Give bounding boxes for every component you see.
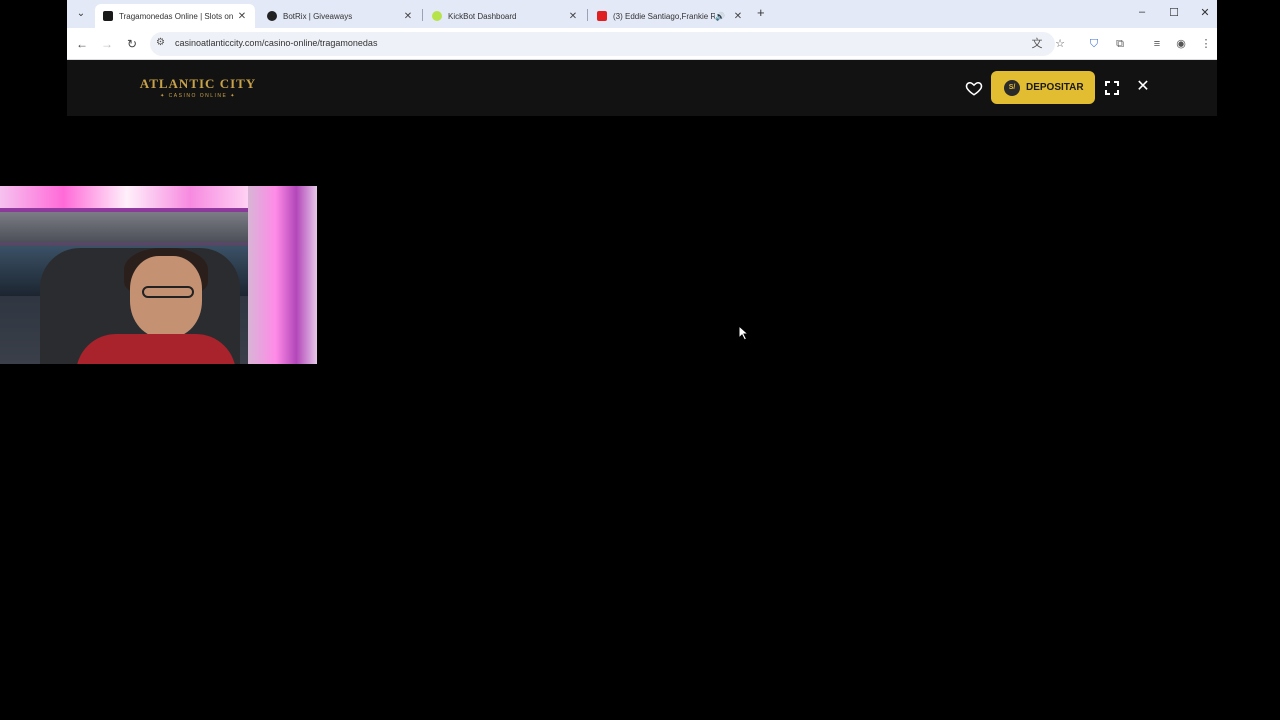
- casino-header: ATLANTIC CITY ✦ CASINO ONLINE ✦ S/ DEPOS…: [67, 60, 1217, 116]
- tab-title: Tragamonedas Online | Slots on: [119, 11, 234, 21]
- logo-subtitle: ✦ CASINO ONLINE ✦: [160, 93, 236, 99]
- webcam-person-glasses: [142, 286, 194, 298]
- close-tab-icon[interactable]: ✕: [401, 11, 415, 22]
- fullscreen-icon[interactable]: [1105, 81, 1119, 95]
- tab-botrix[interactable]: BotRix | Giveaways ✕: [259, 4, 421, 28]
- new-tab-icon[interactable]: +: [757, 6, 765, 20]
- atlantic-city-logo[interactable]: ATLANTIC CITY ✦ CASINO ONLINE ✦: [138, 76, 258, 99]
- tab-strip: ⌄ Tragamonedas Online | Slots on ✕ BotRi…: [67, 0, 1217, 28]
- address-toolbar: ← → ↻ ⚙ casinoatlanticcity.com/casino-on…: [67, 28, 1217, 60]
- youtube-favicon-icon: [597, 11, 607, 21]
- deposit-label: DEPOSITAR: [1026, 82, 1084, 93]
- media-controls-icon[interactable]: ≡: [1150, 37, 1164, 51]
- reload-icon[interactable]: ↻: [124, 36, 140, 52]
- tab-youtube[interactable]: (3) Eddie Santiago,Frankie R 🔊 ✕: [589, 4, 751, 28]
- profile-avatar-icon[interactable]: ◉: [1174, 37, 1188, 51]
- close-window-icon[interactable]: ✕: [1195, 6, 1215, 19]
- favorite-heart-icon[interactable]: [965, 79, 983, 97]
- audio-playing-icon[interactable]: 🔊: [715, 12, 725, 21]
- extensions-puzzle-icon[interactable]: ⧉: [1113, 37, 1127, 51]
- tab-title: (3) Eddie Santiago,Frankie R: [613, 11, 716, 21]
- address-bar[interactable]: ⚙ casinoatlanticcity.com/casino-online/t…: [150, 32, 1055, 56]
- tab-tragamonedas[interactable]: Tragamonedas Online | Slots on ✕: [95, 4, 255, 28]
- translate-icon[interactable]: 文: [1030, 37, 1044, 51]
- url-text[interactable]: casinoatlanticcity.com/casino-online/tra…: [175, 38, 377, 48]
- tab-title: BotRix | Giveaways: [283, 11, 353, 21]
- close-tab-icon[interactable]: ✕: [566, 11, 580, 22]
- menu-kebab-icon[interactable]: ⋮: [1199, 37, 1213, 51]
- close-game-icon[interactable]: ✕: [1134, 78, 1152, 96]
- tab-search-icon[interactable]: ⌄: [73, 6, 89, 22]
- deposit-button[interactable]: S/ DEPOSITAR: [991, 71, 1095, 104]
- kickbot-favicon-icon: [432, 11, 442, 21]
- webcam-overlay: [0, 186, 317, 364]
- tab-title: KickBot Dashboard: [448, 11, 517, 21]
- logo-title: ATLANTIC CITY: [139, 76, 257, 91]
- tab-separator: [587, 9, 588, 21]
- atlantic-favicon-icon: [103, 11, 113, 21]
- minimize-icon[interactable]: –: [1132, 6, 1152, 18]
- tab-separator: [422, 9, 423, 21]
- webcam-person-shirt: [76, 334, 236, 364]
- mouse-cursor-icon: [738, 325, 750, 341]
- webcam-background-shelf: [0, 212, 248, 242]
- webcam-wall-panel: [248, 186, 317, 364]
- close-tab-icon[interactable]: ✕: [235, 11, 249, 22]
- tab-kickbot[interactable]: KickBot Dashboard ✕: [424, 4, 586, 28]
- back-icon[interactable]: ←: [74, 36, 90, 52]
- close-tab-icon[interactable]: ✕: [731, 11, 745, 22]
- sol-coin-icon: S/: [1004, 79, 1020, 96]
- site-info-icon[interactable]: ⚙: [156, 37, 165, 48]
- maximize-icon[interactable]: ☐: [1164, 6, 1184, 19]
- bookmark-star-icon[interactable]: ☆: [1053, 37, 1067, 51]
- forward-icon[interactable]: →: [99, 36, 115, 52]
- shield-extension-icon[interactable]: ⛉: [1087, 37, 1101, 51]
- botrix-favicon-icon: [267, 11, 277, 21]
